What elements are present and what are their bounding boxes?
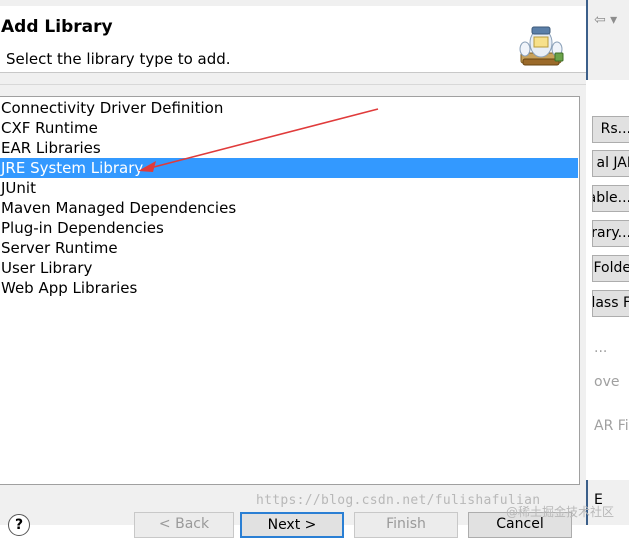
- add-external-jars-label: al JAI: [596, 155, 629, 171]
- list-item-selected[interactable]: JRE System Library: [0, 158, 578, 178]
- library-jars-icon: [519, 26, 564, 66]
- remove-button-disabled[interactable]: ove: [594, 374, 619, 390]
- add-library-dialog: Add Library Select the library type to a…: [0, 0, 586, 538]
- list-item[interactable]: Web App Libraries: [0, 278, 578, 298]
- back-button[interactable]: < Back: [134, 512, 234, 538]
- library-type-list[interactable]: Connectivity Driver Definition CXF Runti…: [0, 96, 580, 485]
- add-jars-label: Rs...: [600, 121, 629, 137]
- add-variable-label: able...: [593, 190, 629, 206]
- add-external-jars-button[interactable]: al JAI: [592, 150, 629, 177]
- add-variable-button[interactable]: able...: [592, 185, 629, 212]
- banner-separator: [0, 84, 586, 85]
- next-button[interactable]: Next >: [240, 512, 344, 538]
- add-library-label: rary...: [592, 225, 629, 241]
- list-item[interactable]: CXF Runtime: [0, 118, 578, 138]
- back-nav-icon[interactable]: ⇦ ▾: [594, 12, 617, 28]
- add-external-class-folder-label: lass F: [592, 295, 629, 311]
- panel-toolbar: ⇦ ▾: [588, 0, 629, 48]
- finish-button[interactable]: Finish: [354, 512, 458, 538]
- dialog-banner: Add Library Select the library type to a…: [0, 6, 586, 73]
- add-external-class-folder-button[interactable]: lass F: [592, 290, 629, 317]
- watermark-site: @稀土掘金技术社区: [506, 505, 615, 519]
- add-class-folder-button[interactable]: Folde: [592, 255, 629, 282]
- dialog-description: Select the library type to add.: [6, 50, 231, 68]
- add-jars-button[interactable]: Rs...: [592, 116, 629, 143]
- list-item[interactable]: Plug-in Dependencies: [0, 218, 578, 238]
- watermark-url: https://blog.csdn.net/fulishafulian: [256, 493, 541, 508]
- list-item[interactable]: Connectivity Driver Definition: [0, 98, 578, 118]
- list-item[interactable]: EAR Libraries: [0, 138, 578, 158]
- add-library-button[interactable]: rary...: [592, 220, 629, 247]
- edit-button-disabled[interactable]: ...: [594, 340, 607, 356]
- migrate-jar-button-disabled[interactable]: AR Fil: [594, 418, 629, 434]
- list-item[interactable]: Server Runtime: [0, 238, 578, 258]
- help-icon[interactable]: ?: [8, 514, 30, 536]
- background-build-path-panel: ⇦ ▾ Rs... al JAI able... rary... Folde l…: [586, 0, 629, 525]
- list-item[interactable]: User Library: [0, 258, 578, 278]
- list-item[interactable]: Maven Managed Dependencies: [0, 198, 578, 218]
- list-item[interactable]: JUnit: [0, 178, 578, 198]
- add-class-folder-label: Folde: [593, 260, 629, 276]
- dialog-title: Add Library: [1, 17, 113, 37]
